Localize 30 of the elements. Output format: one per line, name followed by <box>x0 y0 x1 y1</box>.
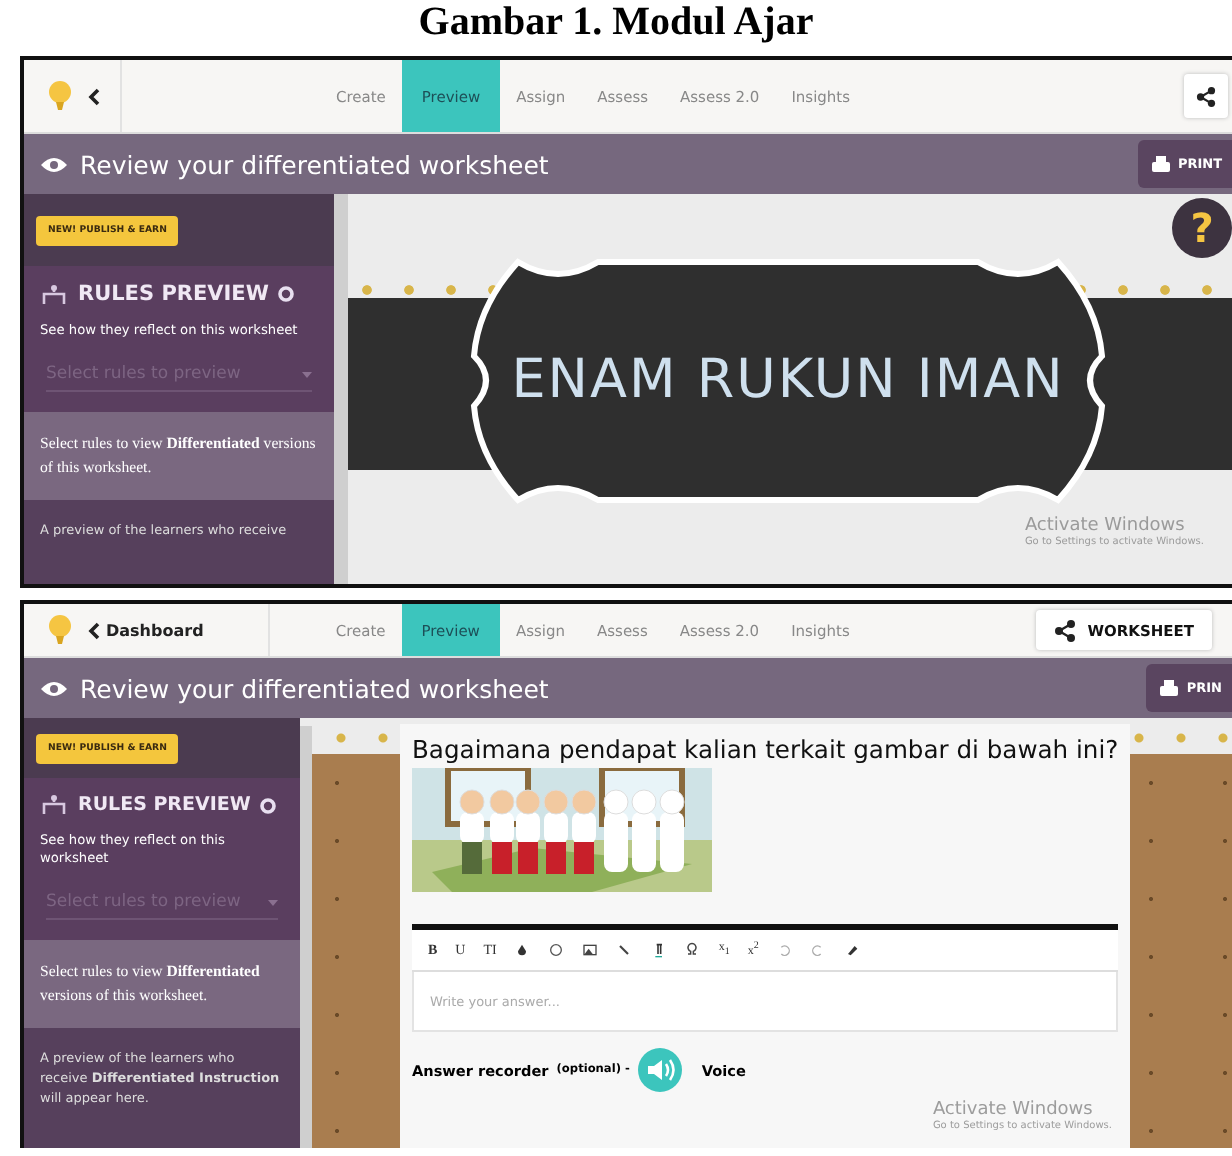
printer-icon <box>1151 156 1170 172</box>
back-chevron-icon[interactable] <box>88 87 100 105</box>
printer-icon <box>1160 680 1179 696</box>
page-title: Review your differentiated worksheet <box>80 673 551 703</box>
image-icon[interactable] <box>582 942 599 958</box>
color-icon[interactable] <box>514 942 531 958</box>
caret-icon <box>302 371 312 377</box>
hierarchy-icon <box>40 794 68 816</box>
share-icon <box>1196 85 1216 107</box>
section-title: RULES PREVIEW <box>78 794 251 816</box>
eye-icon <box>40 679 68 697</box>
share-icon <box>1053 619 1076 641</box>
caret-icon <box>268 899 278 905</box>
section-title: RULES PREVIEW <box>78 282 269 306</box>
eraser-icon[interactable] <box>844 942 861 958</box>
page-title: Review your differentiated worksheet <box>80 149 551 179</box>
scrollbar[interactable] <box>300 726 312 1148</box>
share-button[interactable] <box>1184 74 1228 118</box>
watermark-title: Activate Windows <box>1024 516 1187 536</box>
eye-icon <box>40 155 68 173</box>
banner-title: ENAM RUKUN IMAN <box>511 349 1065 411</box>
dashboard-link[interactable]: Dashboard <box>88 621 204 639</box>
figure-caption: Gambar 1. Modul Ajar <box>416 0 816 44</box>
watermark-title: Activate Windows <box>932 1100 1095 1120</box>
paragraph-icon[interactable] <box>650 942 667 958</box>
chevron-left-icon <box>88 621 100 639</box>
scrollbar[interactable] <box>334 194 348 584</box>
question-text: Bagaimana pendapat kalian terkait gambar di bawah ini? <box>412 736 1118 764</box>
hierarchy-icon <box>40 283 68 305</box>
special-char-icon[interactable] <box>684 942 701 958</box>
